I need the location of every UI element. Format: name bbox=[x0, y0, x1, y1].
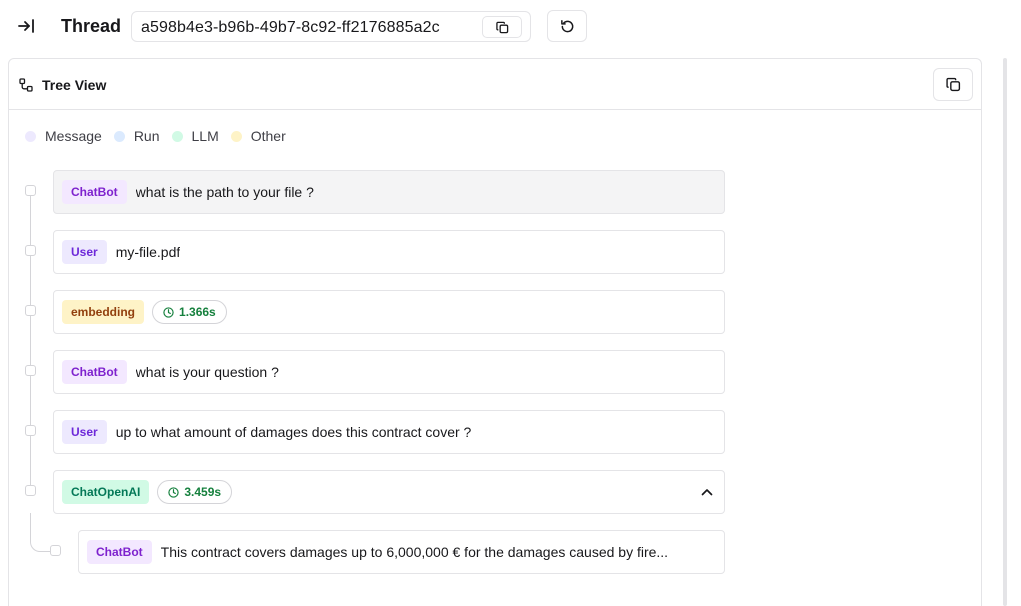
step-text: up to what amount of damages does this c… bbox=[115, 424, 472, 440]
step-row[interactable]: ChatBot what is your question ? bbox=[53, 350, 725, 394]
step-text: This contract covers damages up to 6,000… bbox=[160, 544, 669, 560]
chevron-up-icon bbox=[701, 489, 713, 496]
legend-dot bbox=[25, 130, 36, 142]
step-row[interactable]: ChatOpenAI 3.459s bbox=[53, 470, 725, 514]
arrow-right-to-line-icon bbox=[18, 19, 34, 33]
step-badge-chatbot: ChatBot bbox=[87, 540, 152, 564]
copy-icon bbox=[495, 21, 508, 33]
step-badge-user: User bbox=[62, 240, 107, 264]
legend-item-message: Message bbox=[25, 128, 102, 144]
step-row[interactable]: User up to what amount of damages does t… bbox=[53, 410, 725, 454]
step-badge-llm: ChatOpenAI bbox=[62, 480, 150, 504]
refresh-button[interactable] bbox=[547, 10, 587, 42]
duration-text: 1.366s bbox=[179, 305, 216, 319]
step-text: what is your question ? bbox=[135, 364, 279, 380]
panel-title: Tree View bbox=[42, 77, 107, 93]
tree-child-connector bbox=[30, 513, 51, 552]
step-badge-chatbot: ChatBot bbox=[62, 180, 127, 204]
thread-id-field[interactable]: a598b4e3-b96b-49b7-8c92-ff2176885a2c bbox=[131, 11, 531, 42]
step-row[interactable]: ChatBot what is the path to your file ? bbox=[53, 170, 725, 214]
refresh-icon bbox=[560, 19, 573, 32]
tree-node bbox=[25, 305, 36, 316]
copy-icon bbox=[945, 77, 960, 92]
step-badge-chatbot: ChatBot bbox=[62, 360, 127, 384]
thread-id-text: a598b4e3-b96b-49b7-8c92-ff2176885a2c bbox=[141, 19, 440, 36]
legend-item-llm: LLM bbox=[171, 128, 219, 144]
tree-node bbox=[25, 425, 36, 436]
legend-item-run: Run bbox=[113, 128, 160, 144]
legend-dot bbox=[113, 130, 125, 142]
legend-dot bbox=[171, 130, 183, 142]
child-step-row[interactable]: ChatBot This contract covers damages up … bbox=[78, 530, 725, 574]
step-text: what is the path to your file ? bbox=[135, 184, 314, 200]
tree-line bbox=[30, 196, 31, 492]
collapse-step-button[interactable] bbox=[700, 485, 714, 499]
thread-header: Thread a598b4e3-b96b-49b7-8c92-ff2176885… bbox=[0, 0, 1021, 52]
step-badge-embedding: embedding bbox=[62, 300, 145, 324]
step-row[interactable]: embedding 1.366s bbox=[53, 290, 725, 334]
clock-icon bbox=[163, 306, 174, 318]
step-badge-user: User bbox=[62, 420, 107, 444]
duration-badge: 3.459s bbox=[157, 480, 233, 504]
collapse-panel-button[interactable] bbox=[12, 12, 40, 40]
tree-node bbox=[25, 185, 36, 196]
clock-icon bbox=[168, 486, 180, 498]
tree-node bbox=[25, 365, 36, 376]
copy-thread-id-button[interactable] bbox=[482, 16, 522, 38]
legend-item-other: Other bbox=[230, 128, 286, 144]
copy-tree-button[interactable] bbox=[933, 68, 973, 101]
legend: Message Run LLM Other bbox=[25, 128, 298, 144]
tree-node bbox=[25, 245, 36, 256]
panel-header: Tree View bbox=[9, 59, 981, 110]
step-text: my-file.pdf bbox=[115, 244, 181, 260]
page-title: Thread bbox=[61, 16, 122, 36]
legend-dot bbox=[230, 130, 242, 142]
tree-node bbox=[50, 545, 61, 556]
duration-badge: 1.366s bbox=[152, 300, 227, 324]
tree-node bbox=[25, 485, 36, 496]
tree-icon bbox=[19, 78, 33, 92]
duration-text: 3.459s bbox=[184, 485, 222, 499]
step-row[interactable]: User my-file.pdf bbox=[53, 230, 725, 274]
scrollbar[interactable] bbox=[1003, 58, 1007, 606]
